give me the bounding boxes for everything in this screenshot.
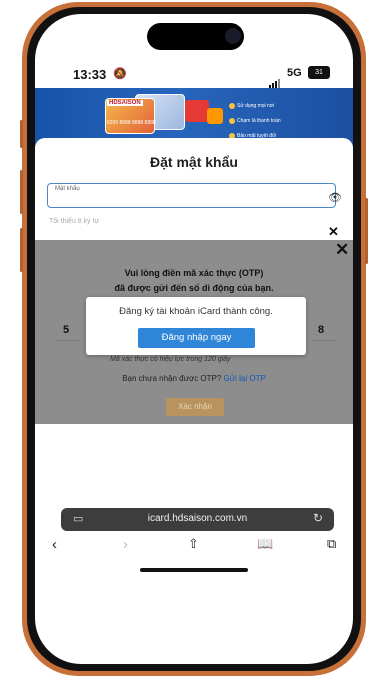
password-label: Mật khẩu bbox=[55, 186, 80, 192]
back-icon[interactable]: ‹ bbox=[52, 536, 57, 553]
confirm-button[interactable]: Xác nhận bbox=[166, 398, 224, 416]
banner-feature-1: Sử dụng mọi nơi bbox=[237, 103, 275, 109]
battery-icon: 31 bbox=[308, 66, 330, 79]
otp-underline bbox=[55, 340, 81, 341]
otp-validity-note: Mã xác thực có hiệu lực trong 120 giây bbox=[110, 356, 231, 363]
page-title: Đặt mật khẩu bbox=[150, 154, 238, 170]
tabs-icon[interactable]: ⧉ bbox=[327, 536, 336, 552]
close-icon[interactable]: ✕ bbox=[328, 224, 339, 240]
otp-resend-row: Bạn chưa nhận được OTP? Gửi lại OTP bbox=[35, 374, 353, 383]
bookmarks-icon[interactable]: 📖 bbox=[257, 536, 273, 552]
network-type: 5G bbox=[287, 67, 302, 79]
silent-bell-icon: 🔕 bbox=[113, 68, 127, 80]
banner-feature-2: Chạm là thanh toán bbox=[237, 118, 281, 124]
address-url[interactable]: icard.hdsaison.com.vn bbox=[61, 513, 334, 524]
close-otp-icon[interactable]: ✕ bbox=[335, 240, 349, 260]
otp-resend-prefix: Bạn chưa nhận được OTP? bbox=[122, 374, 222, 383]
forward-icon[interactable]: › bbox=[123, 536, 128, 553]
share-icon[interactable]: ⇧ bbox=[188, 536, 199, 552]
gift-box-icon bbox=[185, 100, 209, 122]
phone-volume-up-button bbox=[20, 170, 23, 214]
feature-bullet-icon bbox=[229, 118, 235, 124]
card-brand-text: HDSAISON bbox=[107, 100, 143, 106]
password-field[interactable] bbox=[47, 183, 336, 208]
otp-instruction-line1: Vui lòng điền mã xác thực (OTP) bbox=[124, 268, 264, 278]
phone-power-button bbox=[365, 198, 368, 264]
card-number-text: 6200 8888 8888 8888 bbox=[107, 120, 156, 126]
otp-underline bbox=[311, 340, 337, 341]
login-now-button[interactable]: Đăng nhập ngay bbox=[138, 328, 255, 348]
camera-icon bbox=[225, 28, 241, 44]
password-hint: Tối thiểu 8 ký tự bbox=[49, 218, 100, 225]
success-message: Đăng ký tài khoản iCard thành công. bbox=[119, 306, 273, 317]
signal-icon bbox=[269, 70, 281, 88]
resend-otp-link[interactable]: Gửi lại OTP bbox=[224, 374, 266, 383]
otp-instruction-line2: đã được gửi đến số di động của bạn. bbox=[114, 283, 274, 293]
eye-slash-icon[interactable]: 👁 bbox=[328, 191, 342, 204]
feature-bullet-icon bbox=[229, 103, 235, 109]
phone-screen: 13:33 🔕 5G 31 HDSAISON 6200 8888 8888 88… bbox=[35, 14, 353, 664]
phone-volume-down-button bbox=[20, 228, 23, 272]
otp-digit-6[interactable]: 8 bbox=[318, 324, 324, 336]
otp-digit-1[interactable]: 5 bbox=[63, 324, 69, 336]
gift-box-small-icon bbox=[207, 108, 223, 124]
home-indicator bbox=[140, 568, 248, 572]
status-time: 13:33 bbox=[73, 67, 107, 82]
reload-icon[interactable]: ↻ bbox=[313, 511, 323, 525]
phone-action-button bbox=[20, 120, 23, 148]
